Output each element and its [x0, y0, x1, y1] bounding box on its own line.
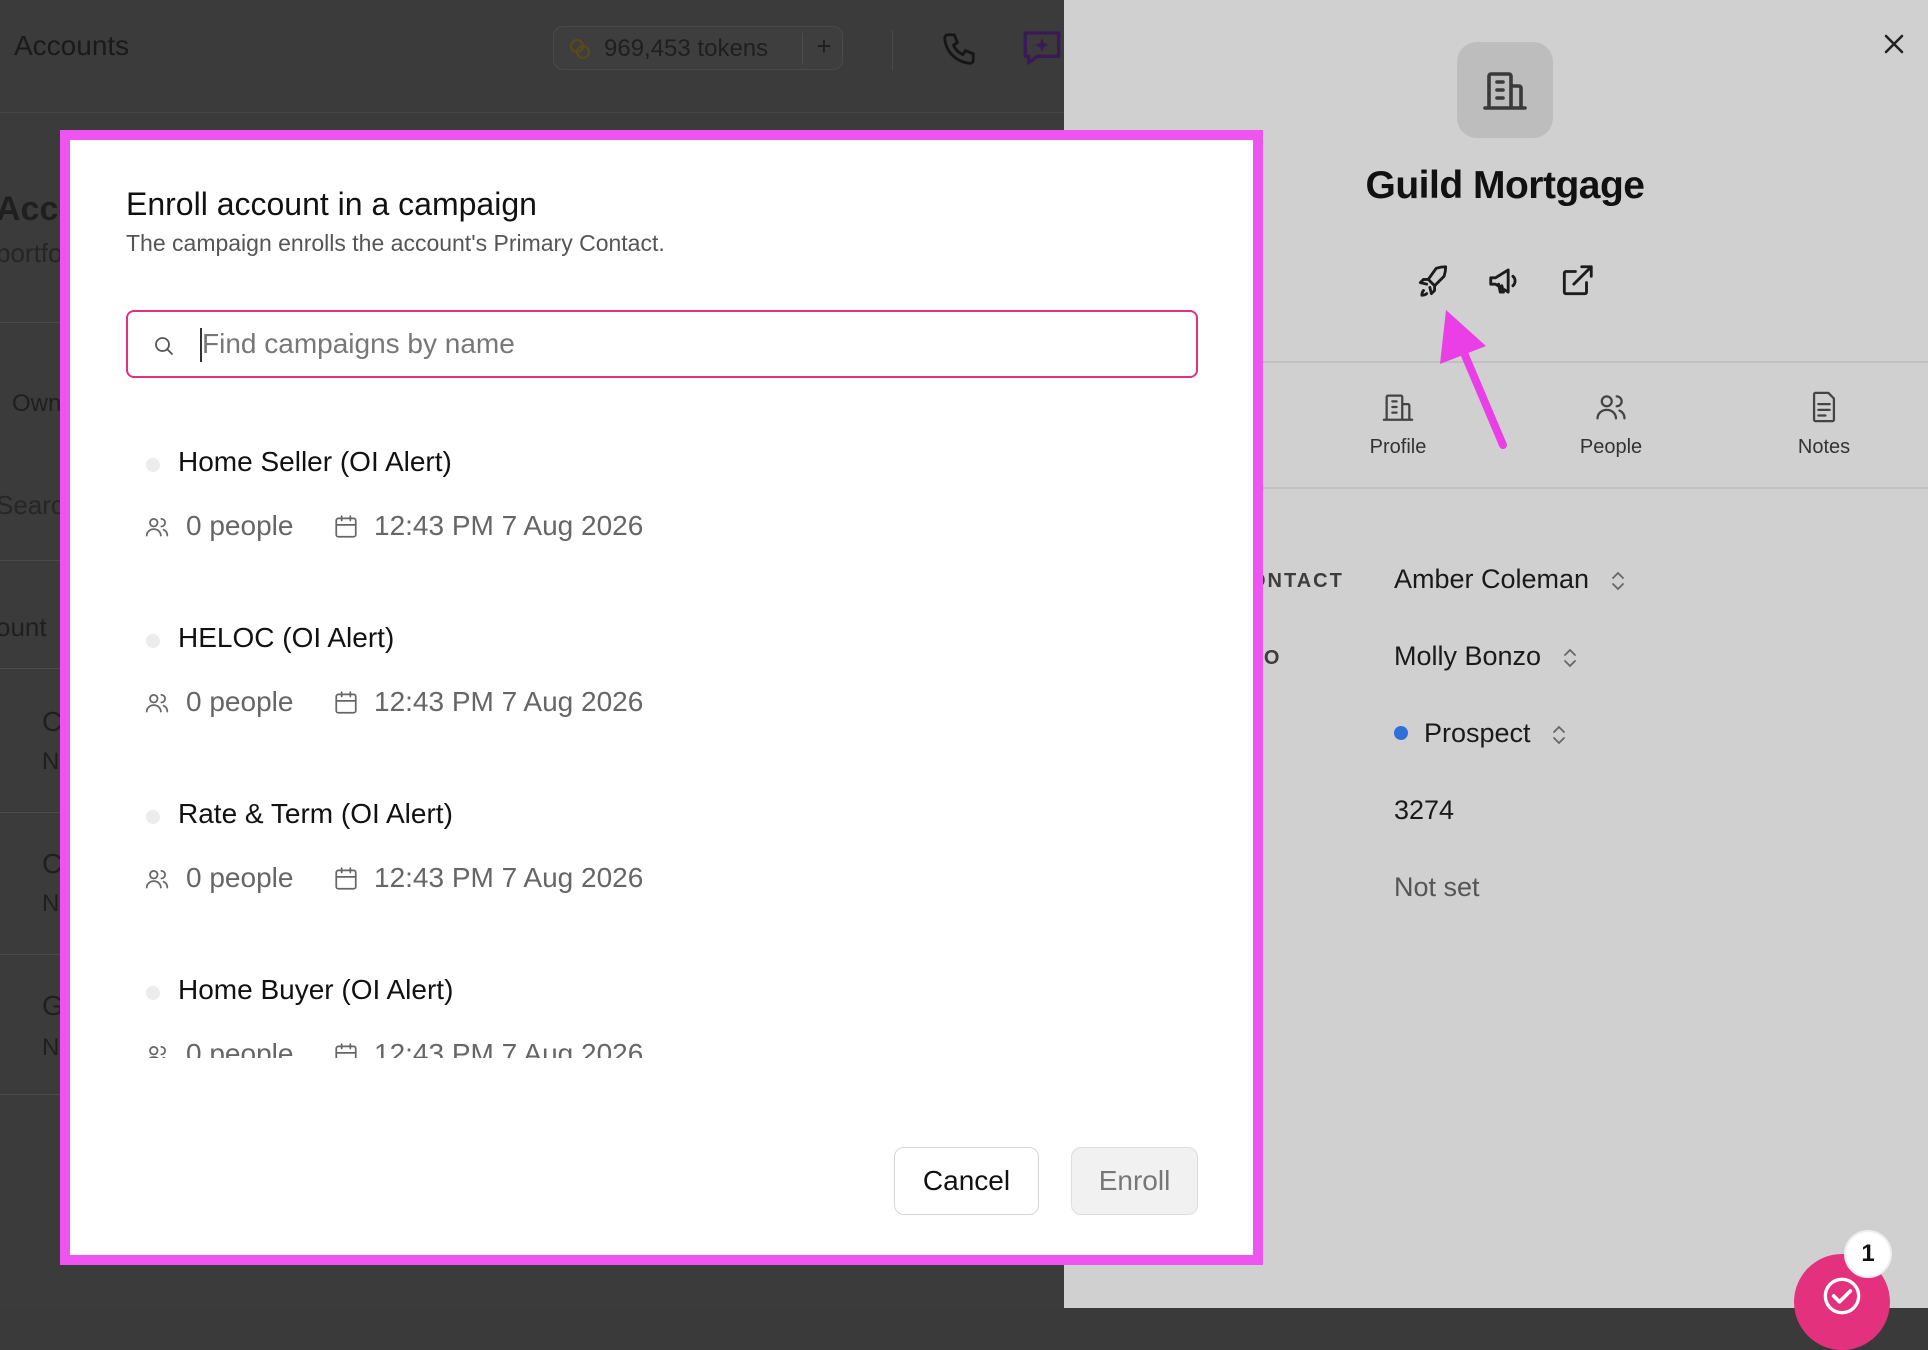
tab-label: People: [1579, 436, 1643, 458]
radio-indicator[interactable]: [146, 986, 160, 1000]
cancel-button[interactable]: Cancel: [894, 1147, 1039, 1215]
campaign-date: 12:43 PM 7 Aug 2026: [374, 862, 644, 893]
page-title: Accounts: [14, 30, 130, 61]
enroll-button[interactable]: Enroll: [1071, 1147, 1198, 1215]
people-icon: [145, 518, 169, 537]
status-select[interactable]: Prospect: [1394, 718, 1568, 749]
chevron-up-down-icon: [1611, 571, 1624, 591]
status-value: Prospect: [1424, 718, 1531, 748]
unset-value[interactable]: Not set: [1394, 872, 1480, 903]
notes-icon: [1812, 391, 1836, 423]
tokens-count: 969,453 tokens: [604, 35, 769, 62]
campaign-people-count: 0 people: [186, 510, 294, 541]
campaign-date: 12:43 PM 7 Aug 2026: [374, 686, 644, 717]
primary-contact-select[interactable]: Amber Coleman: [1394, 564, 1627, 595]
primary-contact-value: Amber Coleman: [1394, 564, 1590, 594]
account-name: Guild Mortgage: [1365, 164, 1646, 207]
people-icon: [1596, 395, 1626, 420]
campaign-name: Home Seller (OI Alert): [178, 446, 452, 477]
column-header-fragment: ount: [0, 612, 47, 642]
radio-indicator[interactable]: [146, 810, 160, 824]
rocket-icon[interactable]: [1414, 262, 1452, 300]
calendar-icon: [335, 1043, 357, 1058]
people-icon: [145, 694, 169, 713]
coins-icon: [570, 39, 590, 59]
tokens-pill[interactable]: 969,453 tokens +: [553, 26, 843, 70]
dialog-title: Enroll account in a campaign: [126, 186, 537, 222]
calendar-icon: [335, 691, 357, 714]
campaign-name: HELOC (OI Alert): [178, 622, 395, 653]
add-tokens-button[interactable]: +: [810, 31, 838, 67]
external-link-icon[interactable]: [1558, 262, 1596, 300]
owner-value: Molly Bonzo: [1394, 641, 1542, 671]
close-icon[interactable]: [1874, 24, 1914, 64]
status-dot: [1394, 725, 1408, 740]
building-icon: [1382, 394, 1414, 421]
search-fragment[interactable]: Searc: [0, 490, 64, 521]
organization-avatar: [1457, 42, 1553, 138]
dialog-subtitle: The campaign enrolls the account's Prima…: [126, 230, 665, 256]
campaign-name: Home Buyer (OI Alert): [178, 974, 454, 1005]
table-row-fragment: N: [42, 890, 60, 917]
annotation-arrow: [1440, 310, 1507, 449]
search-input[interactable]: [200, 318, 1180, 370]
tab-label: Notes: [1797, 436, 1851, 458]
table-row-fragment: N: [42, 748, 60, 775]
notification-badge: 1: [1844, 1230, 1892, 1278]
table-row-fragment: N: [42, 1034, 60, 1061]
calendar-icon: [335, 867, 357, 890]
chevron-up-down-icon: [1553, 725, 1565, 745]
divider: [802, 33, 803, 65]
owner-filter-fragment[interactable]: Own: [12, 390, 61, 418]
people-icon: [148, 1046, 166, 1058]
subtitle-fragment: portfo: [0, 238, 63, 268]
campaign-item[interactable]: Home Seller (OI Alert) 0 people 12:43 PM…: [126, 430, 1198, 580]
people-icon: [145, 870, 169, 889]
primary-contact-label: ONTACT: [1250, 570, 1344, 592]
app-header: Accounts 969,453 tokens +: [0, 0, 1064, 96]
campaign-people-count: 0 people: [186, 1038, 294, 1058]
owner-select[interactable]: Molly Bonzo: [1394, 641, 1579, 672]
tab-people[interactable]: People: [1541, 390, 1681, 459]
ai-chat-icon[interactable]: [1020, 28, 1064, 68]
radio-indicator[interactable]: [146, 458, 160, 472]
building-icon: [1483, 72, 1527, 110]
chevron-up-down-icon: [1563, 648, 1576, 668]
campaign-list[interactable]: Home Seller (OI Alert) 0 people 12:43 PM…: [126, 430, 1198, 1058]
calendar-icon: [335, 515, 357, 538]
check-circle-icon: [1823, 1277, 1861, 1315]
campaign-date: 12:43 PM 7 Aug 2026: [374, 510, 644, 541]
campaign-date: 12:43 PM 7 Aug 2026: [374, 1038, 644, 1058]
text-caret: [200, 328, 202, 362]
search-icon: [155, 337, 173, 355]
campaign-people-count: 0 people: [186, 862, 294, 893]
number-value: 3274: [1394, 795, 1455, 825]
megaphone-icon[interactable]: [1486, 262, 1524, 300]
tab-notes[interactable]: Notes: [1754, 390, 1894, 459]
phone-icon[interactable]: [940, 30, 978, 68]
divider: [0, 112, 1064, 113]
divider: [892, 30, 893, 70]
campaign-item[interactable]: HELOC (OI Alert) 0 people 12:43 PM 7 Aug…: [126, 606, 1198, 756]
campaign-search[interactable]: [126, 310, 1198, 378]
campaign-name: Rate & Term (OI Alert): [178, 798, 453, 829]
campaign-people-count: 0 people: [186, 686, 294, 717]
radio-indicator[interactable]: [146, 634, 160, 648]
campaign-item[interactable]: Rate & Term (OI Alert) 0 people 12:43 PM…: [126, 782, 1198, 932]
campaign-item[interactable]: Home Buyer (OI Alert) 0 people 12:43 PM …: [126, 958, 1198, 1058]
